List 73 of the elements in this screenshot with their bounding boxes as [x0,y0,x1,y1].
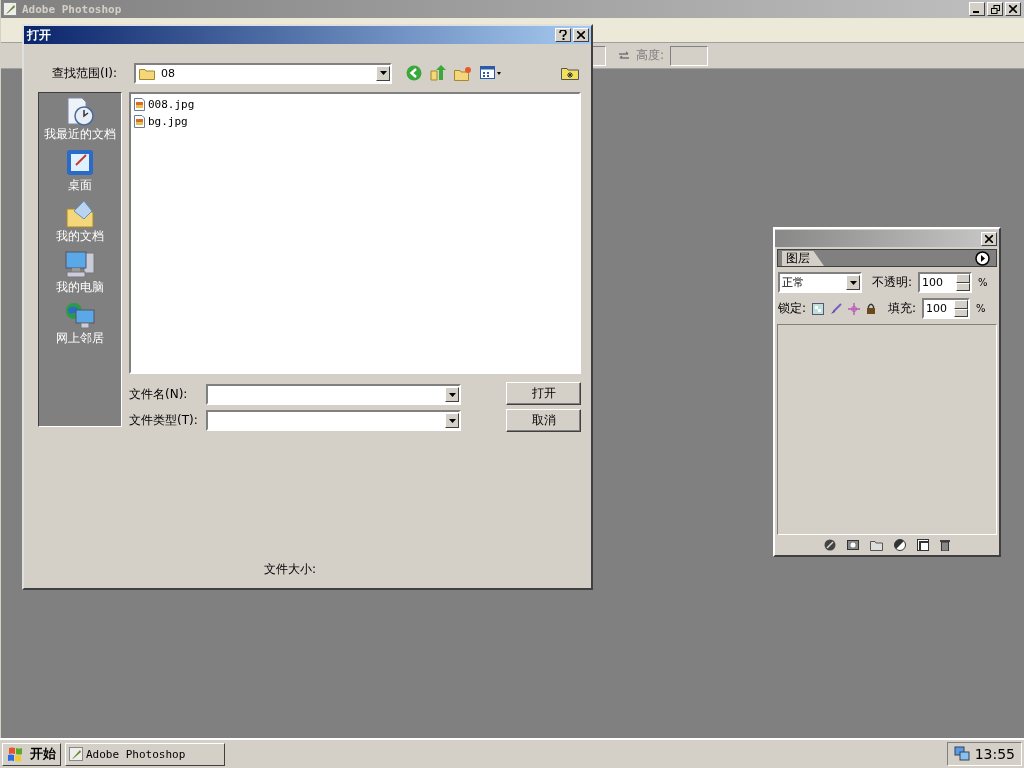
height-field[interactable] [670,45,708,66]
adjustment-icon[interactable] [894,539,906,551]
place-label[interactable]: 桌面 [68,178,92,193]
window-title: Adobe Photoshop [22,2,122,16]
file-item[interactable]: 008.jpg [134,96,197,113]
place-label[interactable]: 网上邻居 [56,331,104,346]
image-file-icon [134,115,145,128]
start-button[interactable]: 开始 [2,742,61,766]
trash-icon[interactable] [940,539,950,551]
view-menu-icon[interactable] [480,66,502,80]
lock-label: 锁定: [778,300,807,317]
back-icon[interactable] [406,65,422,81]
height-label: 高度: [635,47,664,64]
close-icon [1009,5,1017,13]
link-icon[interactable] [824,539,836,551]
percent-label: % [976,303,986,314]
brush-icon[interactable] [830,302,843,315]
computer-icon[interactable] [64,250,96,280]
look-in-label: 查找范围(I): [52,64,118,82]
palette-menu-icon[interactable] [975,250,990,266]
file-type-dropdown[interactable] [206,410,461,431]
taskbar-item[interactable]: Adobe Photoshop [65,742,225,766]
folder-icon [139,66,155,80]
caret-icon [379,71,387,75]
folder-document-icon[interactable] [64,199,96,229]
move-icon[interactable] [848,302,861,315]
close-icon [577,31,585,39]
file-item[interactable]: bg.jpg [134,113,190,130]
lock-icon[interactable] [866,302,877,315]
folder-star-icon[interactable] [561,66,579,80]
feather-icon [69,747,83,761]
clock-document-icon[interactable] [64,97,96,127]
network-icon[interactable] [953,746,970,762]
image-file-icon [134,98,145,111]
look-in-dropdown[interactable]: 08 [134,62,392,84]
restore-button[interactable] [987,2,1003,16]
folder-icon[interactable] [870,539,883,551]
percent-label: % [978,277,988,288]
checker-icon[interactable] [812,302,825,315]
dialog-title: 打开 [27,26,51,44]
file-size-label: 文件大小: [264,562,317,576]
dialog-button[interactable]: 打开 [506,382,581,405]
restore-icon [990,4,1000,14]
close-button[interactable] [573,28,589,42]
help-button[interactable] [555,28,571,42]
blend-mode-dropdown[interactable]: 正常 [778,272,862,293]
mask-icon[interactable] [847,539,859,551]
layers-tab[interactable]: 图层 [782,251,824,266]
new-folder-icon[interactable] [454,65,472,81]
swap-icon[interactable] [617,50,630,61]
close-icon [985,234,993,243]
clock: 13:55 [974,746,1015,762]
feather-icon [3,2,17,16]
file-name-label: 文件名(N): [129,386,189,403]
new-layer-icon[interactable] [917,539,929,551]
place-label[interactable]: 我的文档 [56,229,104,244]
caret-icon [849,280,857,285]
place-label[interactable]: 我最近的文档 [44,127,116,142]
place-label[interactable]: 我的电脑 [56,280,104,295]
opacity-label: 不透明: [872,274,913,291]
close-button[interactable] [1005,2,1021,16]
caret-icon [448,418,456,423]
fill-field[interactable]: 100 [922,298,971,319]
minimize-button[interactable] [969,2,985,16]
file-name-field[interactable] [206,384,461,405]
opacity-field[interactable]: 100 [918,272,973,293]
caret-icon [448,392,456,397]
help-icon [559,30,567,40]
file-type-label: 文件类型(T): [129,412,199,429]
dialog-button[interactable]: 取消 [506,409,581,432]
desktop-icon[interactable] [64,148,96,178]
fill-label: 填充: [888,300,917,317]
close-button[interactable] [981,231,997,246]
